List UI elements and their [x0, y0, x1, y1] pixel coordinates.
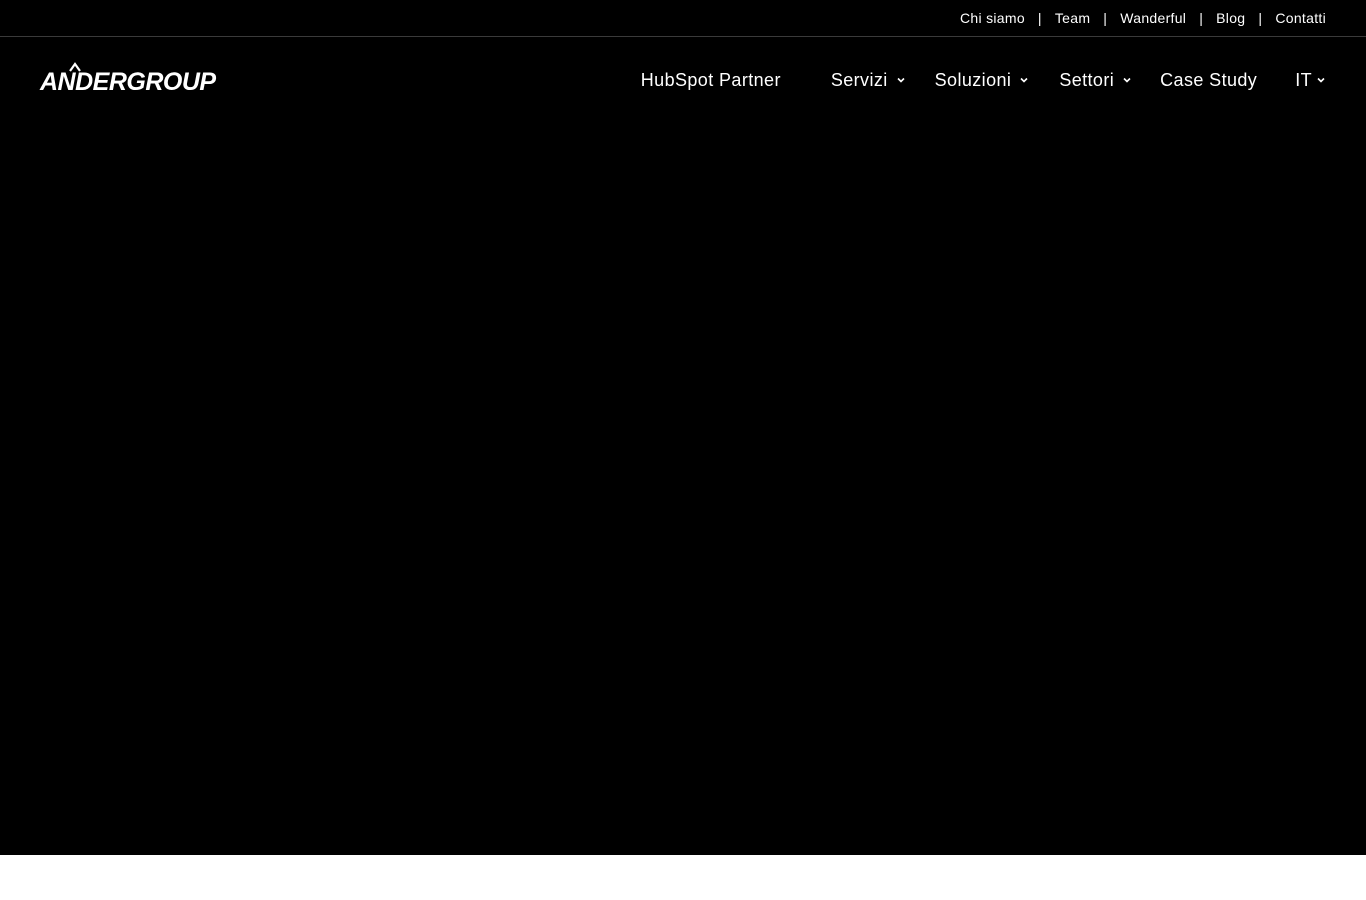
nav-soluzioni-label: Soluzioni [934, 69, 1012, 90]
main-nav: HubSpot Partner Servizi Soluzioni Settor… [641, 62, 1326, 98]
nav-case-study-label: Case Study [1160, 69, 1258, 90]
nav-hubspot-partner[interactable]: HubSpot Partner [641, 70, 781, 91]
logo-arrow-icon [69, 62, 81, 72]
language-label: IT [1295, 69, 1312, 90]
chevron-down-icon [1317, 77, 1325, 83]
top-link-separator: | [1037, 10, 1042, 26]
logo-text: ANDERGROUP [40, 68, 216, 96]
top-link-contatti[interactable]: Contatti [1275, 10, 1326, 26]
top-link-chi-siamo[interactable]: Chi siamo [960, 10, 1025, 26]
language-selector[interactable]: IT [1295, 70, 1326, 91]
hero-section: Chi siamo | Team | Wanderful | Blog | Co… [0, 0, 1366, 855]
top-link-wanderful[interactable]: Wanderful [1120, 10, 1186, 26]
top-link-separator: | [1103, 10, 1108, 26]
top-links: Chi siamo | Team | Wanderful | Blog | Co… [960, 0, 1326, 36]
nav-settori[interactable]: Settori [1059, 70, 1132, 91]
nav-case-study[interactable]: Case Study [1160, 70, 1257, 91]
chevron-down-icon [1020, 77, 1028, 83]
nav-settori-label: Settori [1059, 69, 1115, 90]
top-bar: Chi siamo | Team | Wanderful | Blog | Co… [0, 0, 1366, 37]
chevron-down-icon [1123, 77, 1131, 83]
nav-hubspot-partner-label: HubSpot Partner [640, 69, 781, 90]
top-link-team[interactable]: Team [1055, 10, 1090, 26]
logo-link[interactable]: ANDERGROUP [40, 62, 220, 98]
top-link-separator: | [1199, 10, 1204, 26]
top-link-separator: | [1258, 10, 1263, 26]
top-link-blog[interactable]: Blog [1216, 10, 1245, 26]
nav-servizi-label: Servizi [830, 69, 888, 90]
nav-soluzioni[interactable]: Soluzioni [935, 70, 1030, 91]
nav-servizi[interactable]: Servizi [831, 70, 906, 91]
chevron-down-icon [897, 77, 905, 83]
